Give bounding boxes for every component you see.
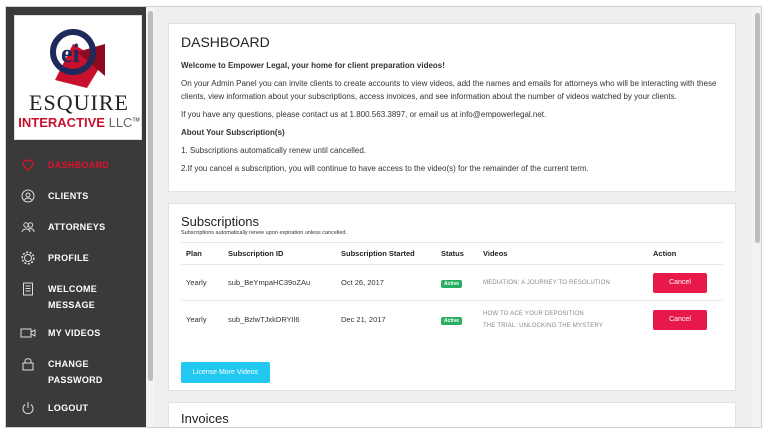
status-badge: Active xyxy=(441,279,463,288)
main-scrollbar-thumb[interactable] xyxy=(755,13,760,243)
sidebar-item-my-videos[interactable]: MY VIDEOS xyxy=(6,325,146,356)
sidebar-nav: DASHBOARD CLIENTS ATTORNEYS PROFILE WELC… xyxy=(6,157,146,427)
cell-status: Active xyxy=(436,300,478,339)
app-window: ei ESQUIRE INTERACTIVE LLCTM DASHBOARD C… xyxy=(5,6,762,428)
sidebar-item-welcome-message[interactable]: WELCOME MESSAGE xyxy=(6,281,146,325)
sidebar-item-label: WELCOME MESSAGE xyxy=(48,281,97,313)
sidebar-item-label-line2: MESSAGE xyxy=(48,300,96,310)
table-row: Yearly sub_BzlwTJxkDRYIl6 Dec 21, 2017 A… xyxy=(181,300,723,339)
power-icon xyxy=(20,400,36,416)
cancel-button[interactable]: Cancel xyxy=(653,309,707,330)
cell-subscription-id: sub_BzlwTJxkDRYIl6 xyxy=(223,300,336,339)
gear-icon xyxy=(20,250,36,266)
intro-text: On your Admin Panel you can invite clien… xyxy=(181,79,717,101)
logo-monogram: ei xyxy=(61,39,80,68)
logo-text-interactive-word: INTERACTIVE xyxy=(18,115,105,130)
sidebar-item-label: ATTORNEYS xyxy=(48,222,106,232)
sidebar-item-label: MY VIDEOS xyxy=(48,328,101,338)
table-row: Yearly sub_BeYmpaHC39oZAu Oct 26, 2017 A… xyxy=(181,264,723,301)
sidebar-item-label: PROFILE xyxy=(48,253,90,263)
users-icon xyxy=(20,219,36,235)
dashboard-card: DASHBOARD Welcome to Empower Legal, your… xyxy=(168,23,736,192)
about-heading: About Your Subscription(s) xyxy=(181,128,285,137)
video-title: MEDIATION: A JOURNEY TO RESOLUTION xyxy=(483,279,611,286)
cell-started: Dec 21, 2017 xyxy=(336,300,436,339)
sidebar-item-label: DASHBOARD xyxy=(48,160,110,170)
sidebar-item-clients[interactable]: CLIENTS xyxy=(6,188,146,219)
subscriptions-title: Subscriptions xyxy=(181,214,260,229)
sidebar-item-profile[interactable]: PROFILE xyxy=(6,250,146,281)
heart-shield-icon xyxy=(20,157,36,173)
sidebar-item-logout[interactable]: LOGOUT xyxy=(6,400,146,427)
logo-text-esquire: ESQUIRE xyxy=(29,90,129,115)
col-subscription-started: Subscription Started xyxy=(336,242,436,265)
user-icon xyxy=(20,188,36,204)
cell-action: Cancel xyxy=(648,300,723,339)
sidebar-item-label: CLIENTS xyxy=(48,191,89,201)
status-badge: Active xyxy=(441,316,463,325)
video-camera-icon xyxy=(20,325,36,341)
cell-action: Cancel xyxy=(648,264,723,301)
sidebar-scrollbar[interactable] xyxy=(147,7,155,427)
cell-subscription-id: sub_BeYmpaHC39oZAu xyxy=(223,264,336,301)
logo-text-llc: LLC xyxy=(108,115,133,130)
cell-plan: Yearly xyxy=(181,300,223,339)
logo-mark-icon: ei xyxy=(50,29,105,88)
table-header-row: Plan Subscription ID Subscription Starte… xyxy=(181,242,723,265)
cell-started: Oct 26, 2017 xyxy=(336,264,436,301)
col-status: Status xyxy=(436,242,478,265)
sidebar-item-label-line2: PASSWORD xyxy=(48,375,103,385)
sidebar-item-label-line1: WELCOME xyxy=(48,284,98,294)
license-more-videos-button[interactable]: License More Videos xyxy=(181,362,270,383)
document-icon xyxy=(20,281,36,297)
col-plan: Plan xyxy=(181,242,223,265)
main-content: DASHBOARD Welcome to Empower Legal, your… xyxy=(156,7,752,427)
subscriptions-table: Plan Subscription ID Subscription Starte… xyxy=(181,242,723,339)
logo[interactable]: ei ESQUIRE INTERACTIVE LLCTM xyxy=(14,15,142,140)
subscriptions-card: Subscriptions Subscriptions automaticall… xyxy=(168,203,736,391)
cancel-button[interactable]: Cancel xyxy=(653,272,707,293)
video-title: THE TRIAL: UNLOCKING THE MYSTERY xyxy=(483,322,604,329)
about-item-2: 2.If you cancel a subscription, you will… xyxy=(181,164,589,173)
sidebar: ei ESQUIRE INTERACTIVE LLCTM DASHBOARD C… xyxy=(6,7,146,427)
sidebar-item-label-line1: CHANGE xyxy=(48,359,89,369)
cell-videos: HOW TO ACE YOUR DEPOSITION THE TRIAL: UN… xyxy=(478,300,648,339)
video-title: HOW TO ACE YOUR DEPOSITION xyxy=(483,310,584,317)
lock-icon xyxy=(20,356,36,372)
col-subscription-id: Subscription ID xyxy=(223,242,336,265)
sidebar-scrollbar-thumb[interactable] xyxy=(148,11,153,381)
page-title: DASHBOARD xyxy=(181,34,270,50)
cell-plan: Yearly xyxy=(181,264,223,301)
invoices-card: Invoices xyxy=(168,402,736,427)
logo-text-interactive: INTERACTIVE LLCTM xyxy=(15,115,143,130)
welcome-text: Welcome to Empower Legal, your home for … xyxy=(181,61,445,70)
about-item-1: 1. Subscriptions automatically renew unt… xyxy=(181,146,366,155)
col-action: Action xyxy=(648,242,723,265)
sidebar-item-label: LOGOUT xyxy=(48,403,89,413)
cell-videos: MEDIATION: A JOURNEY TO RESOLUTION xyxy=(478,264,648,301)
logo-trademark: TM xyxy=(132,117,140,124)
sidebar-item-attorneys[interactable]: ATTORNEYS xyxy=(6,219,146,250)
cell-status: Active xyxy=(436,264,478,301)
contact-text: If you have any questions, please contac… xyxy=(181,110,547,119)
invoices-title: Invoices xyxy=(181,411,229,426)
sidebar-item-dashboard[interactable]: DASHBOARD xyxy=(6,157,146,188)
col-videos: Videos xyxy=(478,242,648,265)
subscriptions-note: Subscriptions automatically renew upon e… xyxy=(181,230,348,236)
main-scrollbar[interactable] xyxy=(752,7,761,427)
sidebar-item-change-password[interactable]: CHANGE PASSWORD xyxy=(6,356,146,400)
sidebar-item-label: CHANGE PASSWORD xyxy=(48,356,103,388)
